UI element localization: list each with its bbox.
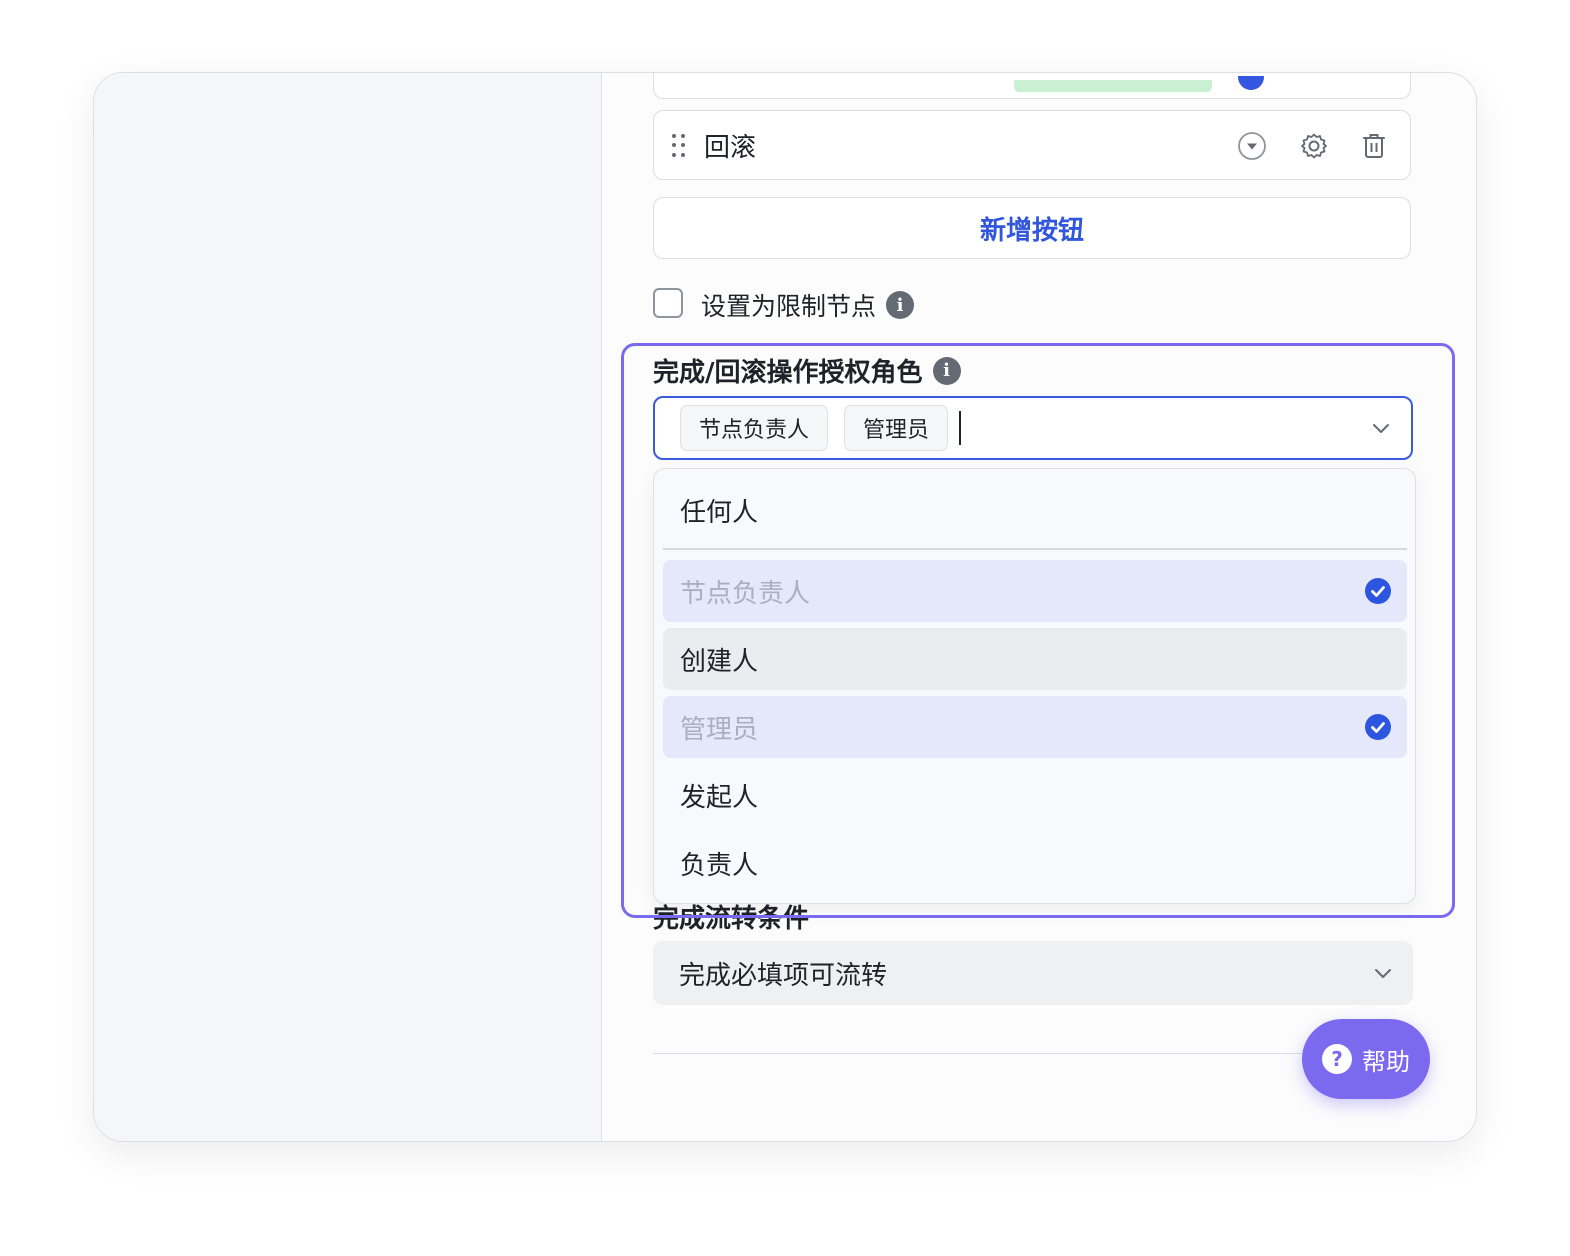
check-circle-icon (1365, 578, 1391, 611)
check-circle-icon (1365, 714, 1391, 747)
option-label: 发起人 (680, 782, 759, 813)
restrict-node-label: 设置为限制节点 i (701, 287, 915, 323)
option-initiator[interactable]: 发起人 (663, 764, 1407, 826)
restrict-node-text: 设置为限制节点 (701, 292, 877, 321)
chevron-down-icon[interactable] (1371, 961, 1395, 992)
option-label: 任何人 (680, 497, 759, 528)
auth-roles-text: 完成/回滚操作授权角色 (653, 358, 923, 388)
question-icon: ? (1322, 1044, 1352, 1074)
option-assignee[interactable]: 负责人 (663, 832, 1407, 894)
option-admin[interactable]: 管理员 (663, 696, 1407, 758)
info-icon[interactable]: i (886, 291, 915, 319)
left-pane (94, 73, 602, 1141)
help-label: 帮助 (1362, 1047, 1410, 1076)
restrict-node-checkbox[interactable] (653, 288, 683, 318)
dropdown-circle-icon[interactable] (1237, 131, 1267, 161)
auth-roles-label: 完成/回滚操作授权角色 i (653, 352, 961, 389)
selected-tag[interactable]: 管理员 (844, 405, 949, 451)
button-row-label: 回滚 (704, 133, 757, 163)
toggle-indicator (1238, 76, 1264, 90)
flow-condition-value: 完成必填项可流转 (679, 960, 888, 991)
selected-tag[interactable]: 节点负责人 (680, 405, 829, 451)
add-button[interactable]: 新增按钮 (653, 197, 1411, 259)
chevron-down-icon[interactable] (1369, 416, 1393, 444)
button-row-rollback: 回滚 (653, 110, 1411, 180)
option-label: 创建人 (680, 646, 759, 677)
option-label: 负责人 (680, 850, 759, 881)
option-divider (663, 548, 1407, 550)
trash-icon[interactable] (1359, 131, 1389, 161)
option-anyone[interactable]: 任何人 (663, 479, 1407, 541)
option-node-owner[interactable]: 节点负责人 (663, 560, 1407, 622)
drag-handle-icon[interactable] (672, 134, 686, 158)
option-label: 管理员 (680, 714, 759, 745)
auth-roles-select[interactable]: 节点负责人 管理员 (653, 396, 1413, 460)
text-cursor (959, 411, 961, 445)
status-tag (1014, 80, 1212, 92)
gear-icon[interactable] (1299, 131, 1329, 161)
app-window: 回滚 新增按钮 设置为限制节点 i 完成/回滚操作授权角色 i 节点负责人 管理… (93, 72, 1477, 1142)
help-button[interactable]: ? 帮助 (1302, 1019, 1430, 1099)
settings-panel: 回滚 新增按钮 设置为限制节点 i 完成/回滚操作授权角色 i 节点负责人 管理… (602, 73, 1476, 1141)
info-icon[interactable]: i (932, 356, 961, 385)
option-label: 节点负责人 (680, 578, 811, 609)
option-creator[interactable]: 创建人 (663, 628, 1407, 690)
button-row-partial (653, 73, 1411, 99)
flow-condition-select[interactable]: 完成必填项可流转 (653, 941, 1413, 1005)
roles-dropdown-menu: 任何人 节点负责人 创建人 管理员 发起人 负责人 (653, 468, 1416, 904)
section-divider (653, 1053, 1413, 1054)
